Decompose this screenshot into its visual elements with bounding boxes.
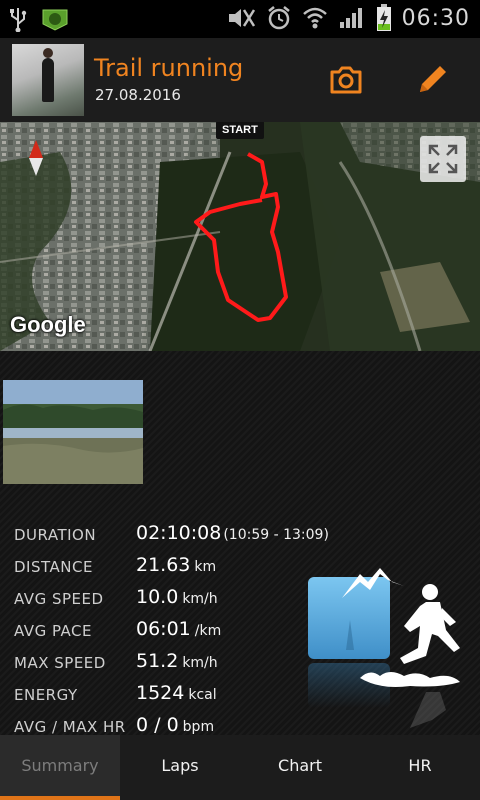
silent-mode-icon: [228, 9, 255, 27]
stat-value: 51.2 km/h: [136, 650, 218, 672]
trail-running-sport-icon: [308, 568, 460, 728]
stat-label: AVG / MAX HR: [14, 718, 126, 736]
edit-icon: [420, 66, 446, 92]
tab-hr[interactable]: HR: [360, 735, 480, 800]
stat-value: 1524 kcal: [136, 682, 217, 704]
tab-chart[interactable]: Chart: [240, 735, 360, 800]
stat-value: 06:01/km: [136, 618, 222, 640]
stat-row-duration: DURATION 02:10:08 (10:59 - 13:09): [14, 522, 454, 554]
wifi-icon: [302, 7, 327, 29]
stat-label: ENERGY: [14, 686, 78, 704]
app-badge-icon: [42, 9, 68, 31]
stat-value: 02:10:08 (10:59 - 13:09): [136, 522, 329, 544]
status-time: 06:30: [401, 5, 470, 31]
stat-value: 0 / 0 bpm: [136, 714, 215, 736]
signal-icon: [339, 8, 362, 28]
edit-button[interactable]: [412, 60, 452, 100]
start-marker: START: [216, 122, 264, 139]
bottom-tab-bar: Summary Laps Chart HR: [0, 735, 480, 800]
tab-laps[interactable]: Laps: [120, 735, 240, 800]
activity-thumbnail[interactable]: [12, 44, 84, 116]
tab-summary[interactable]: Summary: [0, 735, 120, 800]
alarm-icon: [267, 6, 290, 30]
stat-label: MAX SPEED: [14, 654, 106, 672]
camera-icon: [330, 66, 362, 94]
stat-value: 21.63 km: [136, 554, 217, 576]
status-bar: 06:30: [0, 0, 480, 38]
expand-icon: [428, 144, 458, 174]
stat-value: 10.0 km/h: [136, 586, 218, 608]
stat-label: AVG PACE: [14, 622, 92, 640]
fullscreen-button[interactable]: [420, 136, 466, 182]
camera-button[interactable]: [326, 60, 366, 100]
battery-charging-icon: [376, 4, 391, 31]
route-map[interactable]: START Google: [0, 122, 480, 351]
activity-photo[interactable]: [3, 380, 143, 484]
activity-date: 27.08.2016: [95, 86, 181, 104]
stat-label: DISTANCE: [14, 558, 93, 576]
stat-label: AVG SPEED: [14, 590, 104, 608]
activity-header: Trail running 27.08.2016: [0, 38, 480, 122]
map-attribution: Google: [10, 312, 86, 337]
stat-label: DURATION: [14, 526, 97, 544]
compass-icon[interactable]: [27, 140, 45, 176]
activity-title: Trail running: [94, 54, 244, 82]
lake-photo: [3, 380, 143, 484]
usb-icon: [10, 8, 27, 32]
